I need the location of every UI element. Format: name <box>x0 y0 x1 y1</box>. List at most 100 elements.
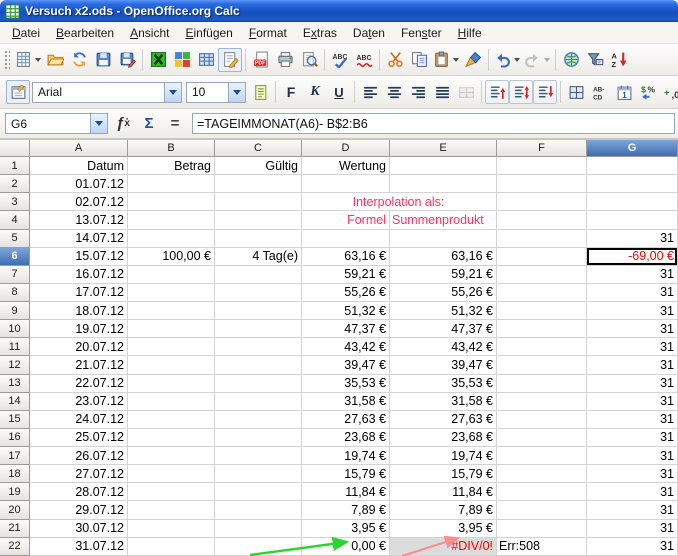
row-header-18[interactable]: 18 <box>0 465 30 483</box>
cell-G20[interactable]: 31 <box>587 501 678 519</box>
cell-C16[interactable] <box>215 429 302 447</box>
menu-ansicht[interactable]: Ansicht <box>122 23 177 43</box>
menu-daten[interactable]: Daten <box>345 23 393 43</box>
cell-B21[interactable] <box>128 520 215 538</box>
cell-D8[interactable]: 55,26 € <box>302 284 390 302</box>
cell-C11[interactable] <box>215 338 302 356</box>
menu-extras[interactable]: Extras <box>295 23 345 43</box>
font-size-dropdown-icon[interactable] <box>228 83 245 102</box>
cell-D1[interactable]: Wertung <box>302 157 390 175</box>
cell-G17[interactable]: 31 <box>587 447 678 465</box>
dropdown-caret-icon[interactable] <box>35 58 41 62</box>
row-header-8[interactable]: 8 <box>0 284 30 302</box>
cell-F19[interactable] <box>497 483 587 501</box>
cell-G16[interactable]: 31 <box>587 429 678 447</box>
cell-B3[interactable] <box>128 193 215 211</box>
cell-D15[interactable]: 27,63 € <box>302 411 390 429</box>
cell-F21[interactable] <box>497 520 587 538</box>
cell-A19[interactable]: 28.07.12 <box>30 483 128 501</box>
menu-format[interactable]: Format <box>241 23 295 43</box>
align-right-button[interactable] <box>406 80 430 104</box>
cell-G11[interactable]: 31 <box>587 338 678 356</box>
cell-G1[interactable] <box>587 157 678 175</box>
add-decimal-button[interactable]: +,0 <box>660 80 678 104</box>
cell-D20[interactable]: 7,89 € <box>302 501 390 519</box>
cell-B15[interactable] <box>128 411 215 429</box>
cell-F8[interactable] <box>497 284 587 302</box>
column-header-G[interactable]: G <box>587 140 678 157</box>
cell-D13[interactable]: 35,53 € <box>302 375 390 393</box>
cell-D6[interactable]: 63,16 € <box>302 248 390 266</box>
cell-F10[interactable] <box>497 320 587 338</box>
cell-F17[interactable] <box>497 447 587 465</box>
cell-F1[interactable] <box>497 157 587 175</box>
cell-B10[interactable] <box>128 320 215 338</box>
menu-fenster[interactable]: Fenster <box>393 23 450 43</box>
cell-C17[interactable] <box>215 447 302 465</box>
row-header-9[interactable]: 9 <box>0 302 30 320</box>
page-preview-button[interactable] <box>297 48 321 72</box>
cut-button[interactable] <box>383 48 407 72</box>
cell-C1[interactable]: Gültig <box>215 157 302 175</box>
row-header-6[interactable]: 6 <box>0 248 30 266</box>
cell-D14[interactable]: 31,58 € <box>302 393 390 411</box>
cell-C19[interactable] <box>215 483 302 501</box>
cell-F6[interactable] <box>497 248 587 266</box>
cell-E12[interactable]: 39,47 € <box>390 356 497 374</box>
cell-G3[interactable] <box>587 193 678 211</box>
name-box-dropdown-icon[interactable] <box>90 114 107 133</box>
formula-input[interactable] <box>192 113 675 134</box>
undo-button[interactable] <box>492 48 522 72</box>
cell-A11[interactable]: 20.07.12 <box>30 338 128 356</box>
cell-D22[interactable]: 0,00 € <box>302 538 390 556</box>
wrap-text-button[interactable]: AB-CD <box>588 80 612 104</box>
cell-C6[interactable]: 4 Tag(e) <box>215 248 302 266</box>
row-header-4[interactable]: 4 <box>0 211 30 229</box>
cell-E1[interactable] <box>390 157 497 175</box>
cell-B16[interactable] <box>128 429 215 447</box>
cell-A22[interactable]: 31.07.12 <box>30 538 128 556</box>
cell-F2[interactable] <box>497 175 587 193</box>
cell-C18[interactable] <box>215 465 302 483</box>
save-as-button[interactable] <box>115 48 139 72</box>
cell-B11[interactable] <box>128 338 215 356</box>
print-button[interactable] <box>273 48 297 72</box>
cell-A20[interactable]: 29.07.12 <box>30 501 128 519</box>
column-header-A[interactable]: A <box>30 140 128 157</box>
cell-F13[interactable] <box>497 375 587 393</box>
cell-G13[interactable]: 31 <box>587 375 678 393</box>
cell-E20[interactable]: 7,89 € <box>390 501 497 519</box>
cell-F18[interactable] <box>497 465 587 483</box>
row-header-15[interactable]: 15 <box>0 411 30 429</box>
row-header-17[interactable]: 17 <box>0 447 30 465</box>
cell-E2[interactable] <box>390 175 497 193</box>
cell-G9[interactable]: 31 <box>587 302 678 320</box>
name-box[interactable] <box>5 113 108 134</box>
cell-F7[interactable] <box>497 266 587 284</box>
cell-G7[interactable]: 31 <box>587 266 678 284</box>
align-top-button[interactable] <box>485 80 509 104</box>
cell-E9[interactable]: 51,32 € <box>390 302 497 320</box>
row-header-11[interactable]: 11 <box>0 338 30 356</box>
cell-A6[interactable]: 15.07.12 <box>30 248 128 266</box>
cell-D10[interactable]: 47,37 € <box>302 320 390 338</box>
cell-D21[interactable]: 3,95 € <box>302 520 390 538</box>
cell-G15[interactable]: 31 <box>587 411 678 429</box>
cell-D18[interactable]: 15,79 € <box>302 465 390 483</box>
function-wizard-icon[interactable]: ƒx̽ <box>110 112 136 136</box>
cell-A14[interactable]: 23.07.12 <box>30 393 128 411</box>
font-name-combo[interactable] <box>32 82 182 103</box>
column-header-B[interactable]: B <box>128 140 215 157</box>
cell-F9[interactable] <box>497 302 587 320</box>
cell-D17[interactable]: 19,74 € <box>302 447 390 465</box>
cell-E11[interactable]: 43,42 € <box>390 338 497 356</box>
save-button[interactable] <box>91 48 115 72</box>
cell-B19[interactable] <box>128 483 215 501</box>
cell-A5[interactable]: 14.07.12 <box>30 230 128 248</box>
cell-E10[interactable]: 47,37 € <box>390 320 497 338</box>
cell-E18[interactable]: 15,79 € <box>390 465 497 483</box>
sum-icon[interactable]: Σ <box>136 112 162 136</box>
row-header-21[interactable]: 21 <box>0 520 30 538</box>
cell-B1[interactable]: Betrag <box>128 157 215 175</box>
cell-C20[interactable] <box>215 501 302 519</box>
